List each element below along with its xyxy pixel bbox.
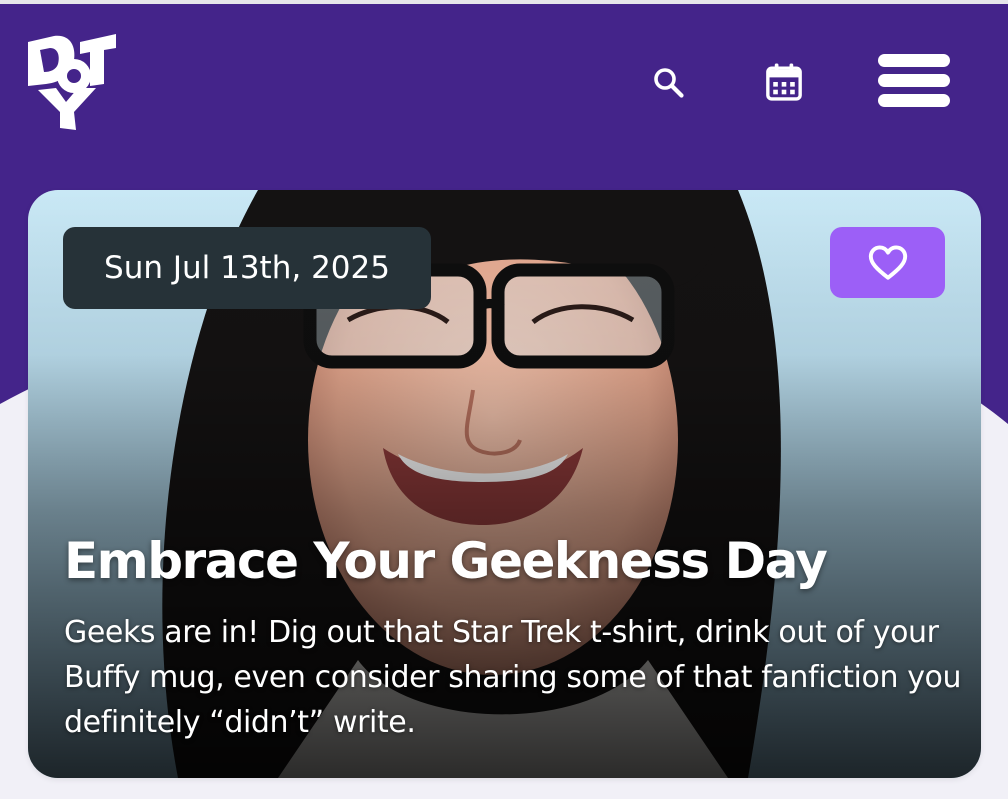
heart-outline-icon: [868, 244, 907, 280]
search-icon: [654, 68, 684, 98]
favorite-button[interactable]: [830, 227, 945, 298]
menu-button[interactable]: [872, 44, 956, 116]
hamburger-menu-icon: [878, 54, 950, 107]
calendar-icon: [766, 63, 802, 101]
doty-logo[interactable]: [24, 28, 118, 132]
calendar-button[interactable]: [760, 58, 808, 106]
search-button[interactable]: [644, 58, 692, 106]
app-header: [0, 4, 1008, 154]
day-description: Geeks are in! Dig out that Star Trek t-s…: [64, 615, 962, 740]
day-title[interactable]: Embrace Your Geekness Day: [64, 526, 954, 596]
date-badge: Sun Jul 13th, 2025: [63, 227, 431, 309]
featured-day-card[interactable]: Sun Jul 13th, 2025 Embrace Your Geekness…: [28, 190, 981, 778]
